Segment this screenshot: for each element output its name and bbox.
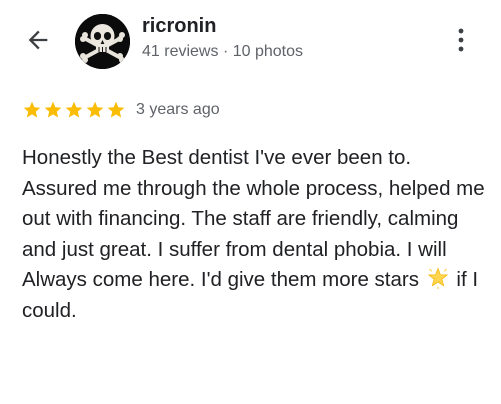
reviews-count: 41 reviews <box>142 43 219 60</box>
meta-separator: · <box>222 43 229 60</box>
author-name[interactable]: ricronin <box>142 14 303 38</box>
star-rating <box>22 100 126 120</box>
arrow-back-icon <box>28 30 48 50</box>
skull-crossbones-avatar <box>75 14 130 69</box>
review-time: 3 years ago <box>136 101 220 118</box>
star-icon <box>65 101 83 118</box>
review-text: Honestly the Best dentist I've ever been… <box>22 143 487 326</box>
glowing-star-icon <box>427 267 448 289</box>
star-icon <box>86 101 104 118</box>
rating-row: 3 years ago <box>22 98 220 122</box>
review-header: ricronin 41 reviews · 10 photos <box>0 0 501 90</box>
photos-count: 10 photos <box>232 43 303 60</box>
star-icon <box>23 101 41 118</box>
more-options-button[interactable] <box>447 22 475 58</box>
author-info: ricronin 41 reviews · 10 photos <box>142 14 303 63</box>
back-button[interactable] <box>22 24 54 56</box>
author-meta: 41 reviews · 10 photos <box>142 41 303 63</box>
review-text-main: Honestly the Best dentist I've ever been… <box>22 146 485 291</box>
star-icon <box>107 101 125 118</box>
more-vert-icon <box>458 28 464 52</box>
star-icon <box>44 101 62 118</box>
avatar[interactable] <box>75 14 130 69</box>
